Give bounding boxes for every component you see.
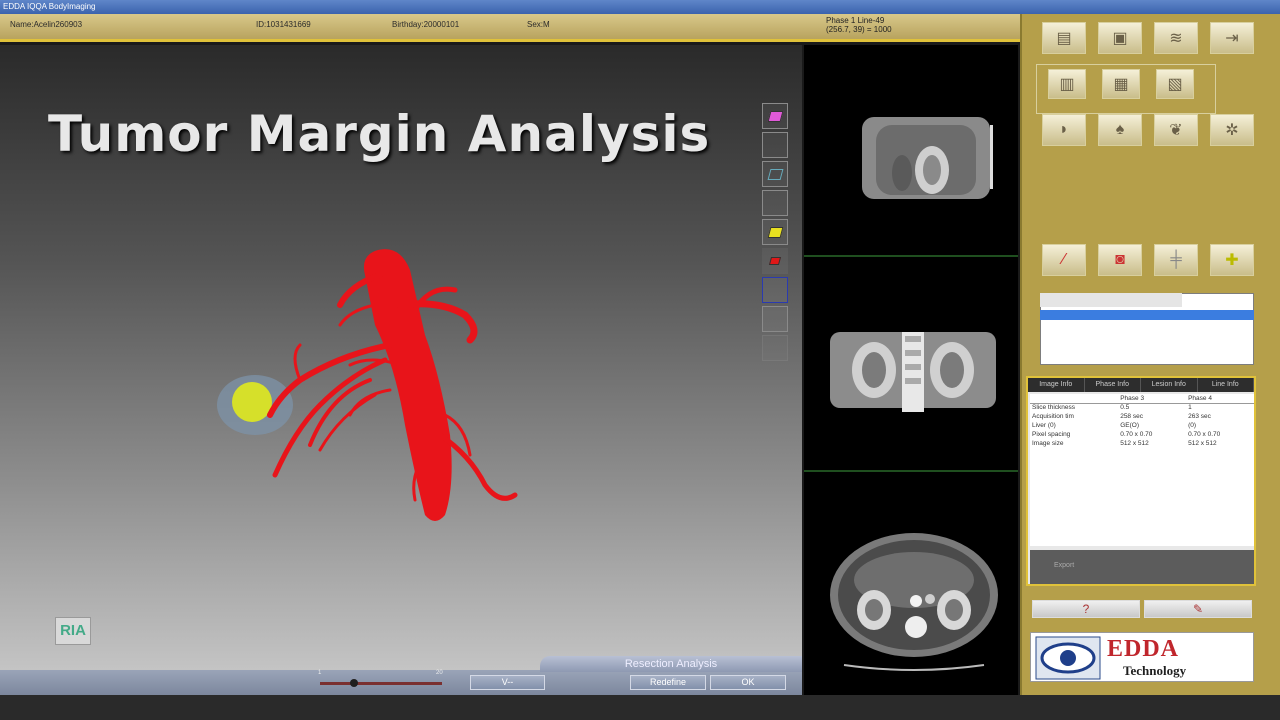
plane-icon: ╪	[1170, 251, 1182, 268]
ria-logo: RIA	[55, 617, 91, 645]
info-footer: Export	[1030, 550, 1254, 584]
ct-slice-views	[804, 45, 1018, 695]
info-panel: Image Info Phase Info Lesion Info Line I…	[1026, 376, 1256, 586]
lung-view-button[interactable]: ♠	[1098, 114, 1142, 146]
layer-toggle-blue[interactable]	[762, 277, 788, 303]
patient-info-bar: Name:Acelin260903 ID:1031431669 Birthday…	[0, 14, 1020, 42]
phase-coordinate-readout: Phase 1 Line-49 (256.7, 39) = 1000	[826, 16, 892, 34]
redefine-button[interactable]: Redefine	[630, 675, 706, 690]
help-button[interactable]: ?	[1032, 600, 1140, 618]
company-name: EDDA	[1107, 636, 1180, 662]
patient-id: ID:1031431669	[256, 20, 311, 29]
layer-toggle-column	[762, 103, 790, 364]
3d-render-view[interactable]: Tumor Margin Analysis RIA	[0, 45, 802, 670]
coronal-ct-image-2	[830, 332, 996, 412]
patient-sex: Sex:M	[527, 20, 550, 29]
folder-icon: ▣	[1112, 30, 1128, 47]
patient-birthday: Birthday:20000101	[392, 20, 460, 29]
coronal-slice-view[interactable]	[804, 45, 1018, 257]
axial-slice-view[interactable]	[804, 475, 1018, 687]
liver-view-button[interactable]: ◗	[1042, 114, 1086, 146]
margin-slider-track[interactable]	[320, 682, 442, 685]
organ-view-button[interactable]: ❦	[1154, 114, 1198, 146]
slider-max-label: 20	[436, 670, 443, 676]
plus-icon: ✚	[1225, 252, 1239, 269]
camera-icon: ◙	[1115, 251, 1125, 268]
coronal-ct-image	[862, 117, 993, 199]
exit-button[interactable]: ⇥	[1210, 22, 1254, 54]
export-label[interactable]: Export	[1054, 562, 1074, 569]
layer-toggle-red[interactable]	[762, 248, 788, 274]
layer-toggle-empty-1[interactable]	[762, 132, 788, 158]
layer-toggle-empty-3[interactable]	[762, 306, 788, 332]
table-row: Image size 512 x 512 512 x 512	[1032, 440, 1217, 447]
view-mode-1[interactable]: ▥	[1048, 69, 1086, 99]
panel-layout-icon: ▥	[1059, 76, 1075, 93]
snapshot-button[interactable]: ◙	[1098, 244, 1142, 276]
info-table-container: Phase 3 Phase 4 Slice thickness 0.5 1 Acqu…	[1030, 394, 1254, 546]
organ-icon: ❦	[1169, 122, 1183, 139]
measure-tool-button[interactable]: ⁄	[1042, 244, 1086, 276]
company-subtitle: Technology	[1123, 663, 1187, 678]
ok-button[interactable]: OK	[710, 675, 786, 690]
layer-toggle-pink[interactable]	[762, 103, 788, 129]
status-footer	[0, 695, 1280, 720]
layer-toggle-wire[interactable]	[762, 161, 788, 187]
settings-button[interactable]: ✎	[1144, 600, 1252, 618]
measure-icon: ⁄	[1062, 251, 1066, 268]
tab-lesion-info[interactable]: Lesion Info	[1141, 378, 1198, 392]
view-mode-3[interactable]: ▧	[1156, 69, 1194, 99]
layout-button[interactable]: ≋	[1154, 22, 1198, 54]
table-header-row: Phase 3 Phase 4	[1030, 394, 1254, 404]
patient-name: Name:Acelin260903	[10, 20, 83, 29]
open-folder-button[interactable]: ▣	[1098, 22, 1142, 54]
tab-phase-info[interactable]: Phase Info	[1085, 378, 1141, 392]
table-row: Pixel spacing 0.70 x 0.70 0.70 x 0.70	[1032, 431, 1221, 438]
layer-toggle-faint[interactable]	[762, 335, 788, 361]
window-title-bar: EDDA IQQA BodyImaging	[0, 0, 1280, 14]
layer-toggle-yellow[interactable]	[762, 219, 788, 245]
view-button[interactable]: V--	[470, 675, 545, 690]
lung-icon: ♠	[1115, 121, 1125, 138]
liver-icon: ◗	[1059, 121, 1069, 138]
help-icon: ?	[1082, 602, 1090, 616]
tab-line-info[interactable]: Line Info	[1198, 378, 1254, 392]
phase-info-table: Phase 3 Phase 4 Slice thickness 0.5 1 Acqu…	[1030, 394, 1254, 448]
layer-toggle-empty-2[interactable]	[762, 190, 788, 216]
open-study-button[interactable]: ▤	[1042, 22, 1086, 54]
overlay-title: Tumor Margin Analysis	[48, 105, 711, 163]
table-row: Acquisition tim 258 sec 263 sec	[1032, 413, 1211, 420]
vessel-3d-model[interactable]	[200, 215, 540, 535]
study-icon: ▤	[1056, 30, 1072, 47]
table-row: Slice thickness 0.5 1	[1032, 404, 1192, 412]
panel-layout-icon: ▧	[1167, 76, 1183, 93]
add-point-button[interactable]: ✚	[1210, 244, 1254, 276]
cut-plane-button[interactable]: ╪	[1154, 244, 1198, 276]
coronal-slice-view-2[interactable]	[804, 260, 1018, 472]
tab-image-info[interactable]: Image Info	[1028, 378, 1085, 392]
object-list-header	[1040, 293, 1182, 307]
eye-logo-icon	[1035, 636, 1101, 680]
info-tabs: Image Info Phase Info Lesion Info Line I…	[1028, 378, 1254, 392]
slider-min-label: 1	[318, 670, 322, 676]
margin-slider-thumb[interactable]	[350, 679, 358, 687]
table-row: Liver (0) GE(O) (0)	[1032, 422, 1197, 429]
view-mode-2[interactable]: ▦	[1102, 69, 1140, 99]
tool-icon: ✎	[1192, 602, 1204, 616]
vessel-view-button[interactable]: ✲	[1210, 114, 1254, 146]
axial-ct-image	[830, 533, 998, 671]
resection-analysis-panel-title: Resection Analysis	[540, 656, 802, 672]
app-window: EDDA IQQA BodyImaging Name:Acelin260903 …	[0, 0, 1280, 720]
edda-technology-logo: EDDA Technology	[1030, 632, 1254, 682]
panel-layout-icon: ▦	[1113, 76, 1129, 93]
tumor-core	[232, 382, 272, 422]
vessel-icon: ✲	[1225, 122, 1239, 139]
exit-icon: ⇥	[1225, 30, 1239, 47]
stack-icon: ≋	[1169, 30, 1183, 47]
object-list-selected-row[interactable]	[1040, 310, 1254, 320]
